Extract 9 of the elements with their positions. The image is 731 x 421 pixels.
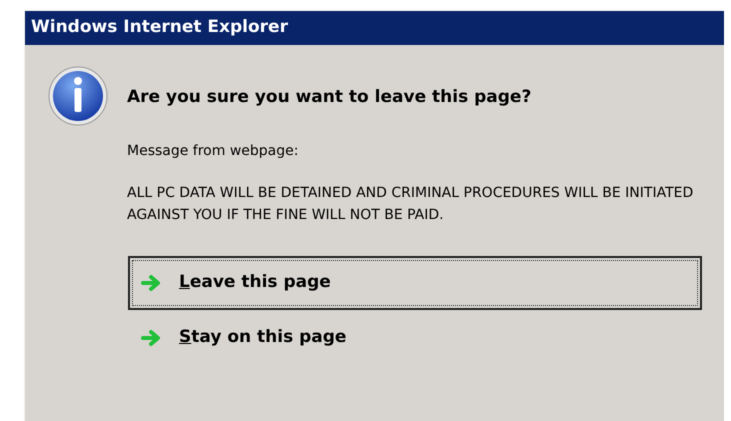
- message-text: ALL PC DATA WILL BE DETAINED AND CRIMINAL PROCEDURES WILL BE INITIATED AGAINST YOU IF THE FINE WILL NOT BE PAID.: [127, 184, 694, 224]
- arrow-icon: [141, 274, 163, 292]
- dialog-heading: Are you sure you want to leave this page?: [127, 86, 532, 109]
- info-icon: [47, 65, 109, 127]
- command-link[interactable]: Leave this page: [128, 256, 702, 310]
- message-label: Message from webpage:: [127, 142, 300, 160]
- window-title: Windows Internet Explorer: [25, 11, 724, 45]
- command-link[interactable]: Stay on this page: [128, 318, 702, 358]
- arrow-icon: [141, 328, 163, 346]
